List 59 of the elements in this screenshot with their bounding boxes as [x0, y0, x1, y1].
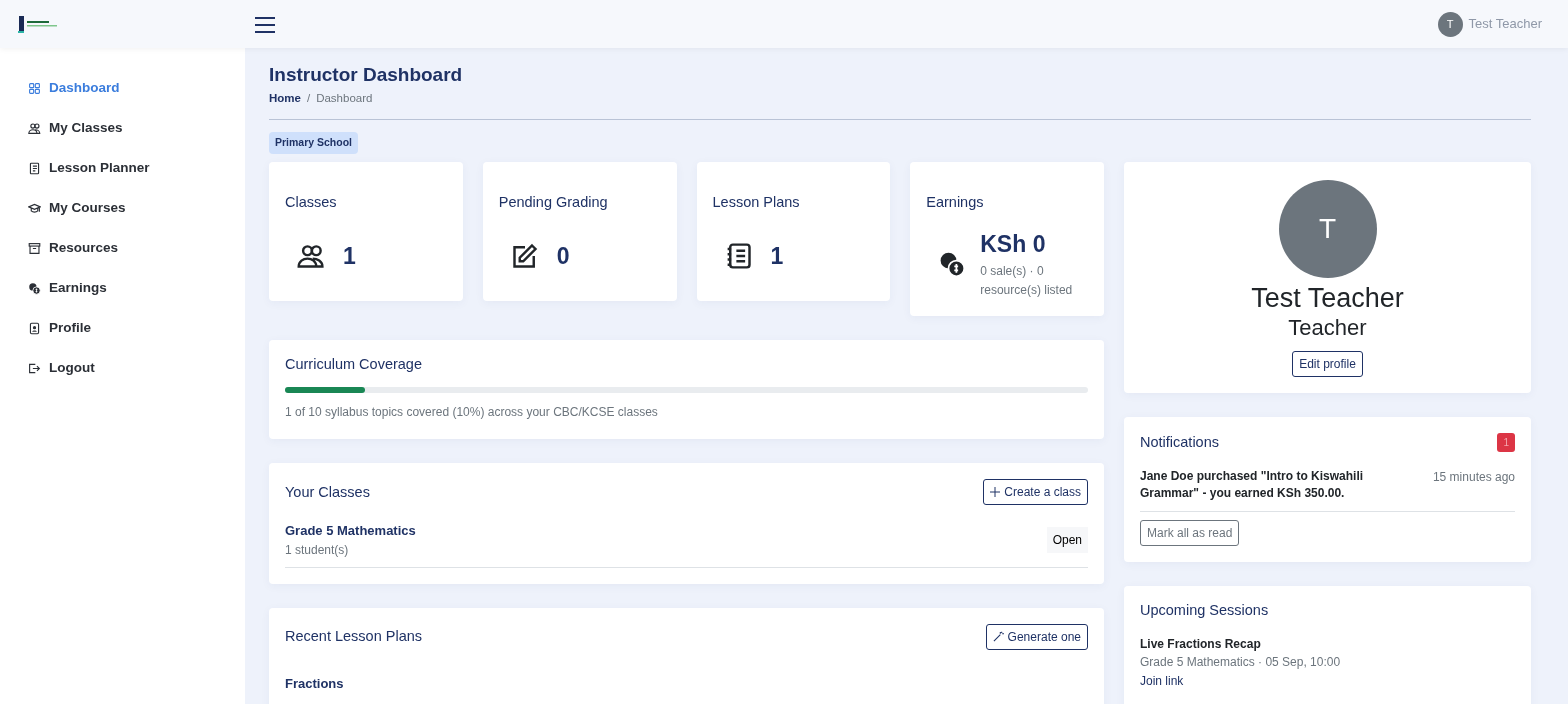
card-title: Earnings: [926, 193, 985, 212]
stat-value: 0: [556, 241, 570, 271]
magic-wand-icon: [992, 631, 1004, 643]
open-button[interactable]: Open: [1046, 527, 1088, 554]
stat-value: KSh 0: [980, 230, 1047, 260]
profile-avatar: T: [1278, 179, 1377, 278]
sidebar-item[interactable]: Lesson Planner: [0, 148, 245, 188]
school-level-badge: Primary School: [269, 132, 359, 154]
join-link[interactable]: Join link: [1140, 673, 1184, 688]
coins-icon: [28, 281, 41, 295]
graduation-cap-icon: [28, 201, 41, 215]
list-icon: [28, 161, 41, 175]
card-title: Pending Grading: [498, 193, 609, 212]
people-icon: [28, 121, 41, 135]
generate-button[interactable]: Generate one: [985, 623, 1088, 650]
card-title: Lesson Plans: [712, 193, 801, 212]
sidebar-item[interactable]: Dashboard: [0, 68, 245, 108]
breadcrumb-separator: /: [306, 90, 311, 106]
card-title: Recent Lesson Plans: [285, 628, 423, 646]
page-title: Instructor Dashboard: [269, 64, 464, 87]
class-name[interactable]: Grade 5 Mathematics: [285, 521, 416, 541]
people-icon: [297, 242, 325, 271]
grid-icon: [28, 81, 41, 95]
logout-icon: [28, 361, 41, 375]
user-avatar[interactable]: T: [1437, 11, 1463, 37]
sidebar-item[interactable]: My Courses: [0, 188, 245, 228]
mark-read-button[interactable]: Mark all as read: [1140, 519, 1240, 546]
create-class-button[interactable]: Create a class: [983, 479, 1088, 506]
edit-icon: [510, 242, 539, 271]
card-title: Notifications: [1140, 433, 1219, 451]
lesson-plan-name[interactable]: Fractions: [285, 673, 1088, 694]
sidebar-item[interactable]: My Classes: [0, 108, 245, 148]
sidebar-item[interactable]: Resources: [0, 228, 245, 268]
menu-button[interactable]: [255, 14, 275, 34]
stat-note: 0 sale(s) · 0 resource(s) listed: [980, 262, 1074, 299]
stat-value: 1: [770, 241, 784, 271]
card-title: Curriculum Coverage: [285, 356, 423, 374]
sidebar-item[interactable]: Profile: [0, 308, 245, 348]
session-details: Grade 5 Mathematics · 05 Sep, 10:00: [1140, 653, 1342, 671]
sidebar-item[interactable]: Logout: [0, 348, 245, 388]
plus-icon: [990, 487, 1001, 498]
sidebar-item[interactable]: Earnings: [0, 268, 245, 308]
session-title: Live Fractions Recap: [1140, 635, 1262, 653]
notification-time: 15 minutes ago: [1432, 468, 1515, 486]
edit-profile-button[interactable]: Edit profile: [1292, 350, 1363, 377]
card-title: Upcoming Sessions: [1140, 601, 1270, 619]
notification-text: Jane Doe purchased "Intro to Kiswahili Grammar" - you earned KSh 350.00.: [1140, 467, 1365, 503]
profile-name: Test Teacher: [1251, 281, 1404, 315]
profile-role: Teacher: [1288, 314, 1367, 343]
notification-count: 1: [1497, 432, 1515, 452]
breadcrumb-current: Dashboard: [316, 90, 373, 106]
coverage-caption: 1 of 10 syllabus topics covered (10%) across your CBC/KCSE classes: [285, 404, 659, 422]
card-title: Your Classes: [285, 483, 370, 502]
card-title: Classes: [285, 193, 338, 212]
archive-icon: [28, 241, 41, 255]
student-count: 1 student(s): [285, 541, 350, 559]
stat-value: 1: [343, 241, 356, 271]
id-badge-icon: [28, 321, 41, 335]
breadcrumb-link[interactable]: Home: [269, 89, 301, 108]
